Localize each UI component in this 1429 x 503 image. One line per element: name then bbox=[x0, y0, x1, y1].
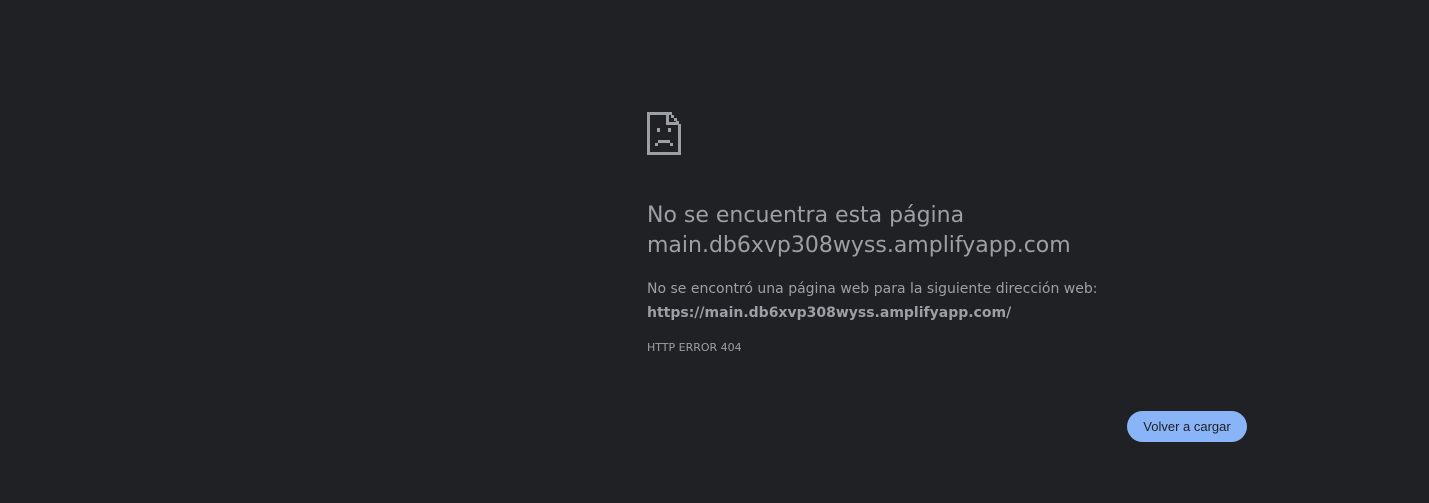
page-title: No se encuentra esta página main.db6xvp3… bbox=[647, 201, 1207, 261]
reload-button[interactable]: Volver a cargar bbox=[1127, 411, 1247, 442]
title-line-1: No se encuentra esta página bbox=[647, 203, 965, 228]
error-description: No se encontró una página web para la si… bbox=[647, 281, 1098, 297]
error-code: HTTP ERROR 404 bbox=[647, 341, 742, 354]
error-url: https://main.db6xvp308wyss.amplifyapp.co… bbox=[647, 305, 1012, 321]
sad-document-icon bbox=[647, 112, 681, 155]
title-line-2: main.db6xvp308wyss.amplifyapp.com bbox=[647, 233, 1071, 258]
